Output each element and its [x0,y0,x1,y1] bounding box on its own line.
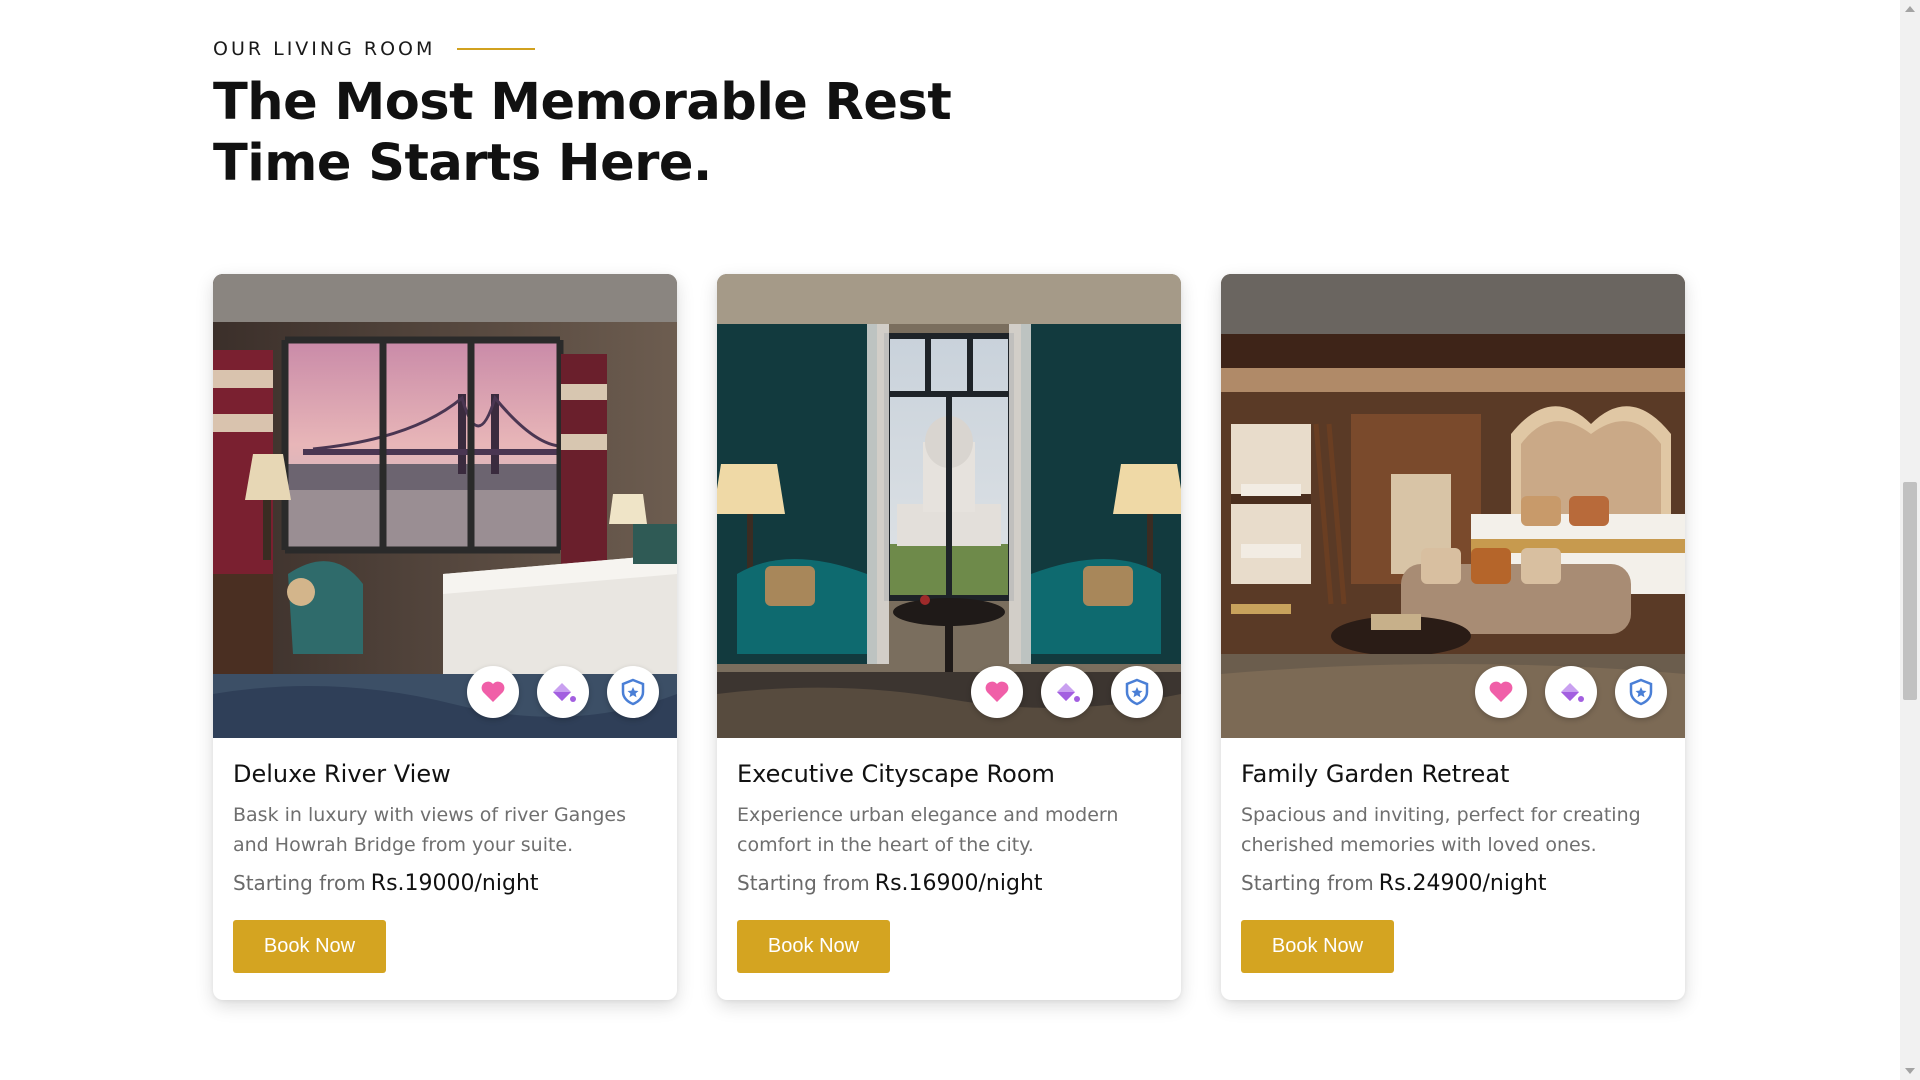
room-features [971,666,1163,718]
room-image [1221,274,1685,738]
favorite-button[interactable] [1475,666,1527,718]
card-body: Executive Cityscape Room Experience urba… [717,738,1181,973]
safety-button[interactable] [1615,666,1667,718]
shield-star-icon [1629,678,1653,706]
headline-line-1: The Most Memorable Rest [213,73,952,132]
room-title: Executive Cityscape Room [737,760,1055,788]
paint-bucket-icon [553,683,576,702]
book-now-button[interactable]: Book Now [737,920,890,973]
room-price: Starting from Rs.24900/night [1241,871,1665,896]
page-scrollbar[interactable] [1900,0,1920,1080]
room-image [213,274,677,738]
eyebrow-text: OUR LIVING ROOM [213,38,436,60]
favorite-button[interactable] [467,666,519,718]
book-now-button[interactable]: Book Now [1241,920,1394,973]
safety-button[interactable] [607,666,659,718]
section-headline: The Most Memorable Rest Time Starts Here… [213,72,973,194]
eyebrow-divider [457,48,536,50]
room-description: Spacious and inviting, perfect for creat… [1241,804,1641,856]
amenities-button[interactable] [537,666,589,718]
amenities-button[interactable] [1041,666,1093,718]
room-image [717,274,1181,738]
room-cards: Deluxe River View Bask in luxury with vi… [213,274,1685,1000]
heart-icon [1489,681,1513,702]
room-price: Starting from Rs.16900/night [737,871,1161,896]
scroll-up-arrow-icon[interactable] [1905,6,1915,12]
room-description: Bask in luxury with views of river Gange… [233,804,627,856]
shield-star-icon [621,678,645,706]
room-card: Deluxe River View Bask in luxury with vi… [213,274,677,1000]
paint-bucket-icon [1057,683,1080,702]
book-now-button[interactable]: Book Now [233,920,386,973]
price-value: Rs.16900/night [874,871,1043,896]
card-body: Deluxe River View Bask in luxury with vi… [213,738,677,973]
card-body: Family Garden Retreat Spacious and invit… [1221,738,1685,973]
amenities-button[interactable] [1545,666,1597,718]
room-features [1475,666,1667,718]
paint-bucket-icon [1561,683,1584,702]
price-label: Starting from [233,871,366,895]
heart-icon [481,681,505,702]
room-description: Experience urban elegance and modern com… [737,804,1119,856]
favorite-button[interactable] [971,666,1023,718]
room-card: Executive Cityscape Room Experience urba… [717,274,1181,1000]
room-features [467,666,659,718]
price-label: Starting from [737,871,870,895]
scroll-down-arrow-icon[interactable] [1905,1068,1915,1074]
heart-icon [985,681,1009,702]
price-value: Rs.24900/night [1378,871,1547,896]
safety-button[interactable] [1111,666,1163,718]
room-card: Family Garden Retreat Spacious and invit… [1221,274,1685,1000]
room-title: Family Garden Retreat [1241,760,1510,788]
headline-line-2: Time Starts Here. [213,134,712,193]
shield-star-icon [1125,678,1149,706]
section-eyebrow: OUR LIVING ROOM [213,38,536,60]
room-title: Deluxe River View [233,760,451,788]
price-label: Starting from [1241,871,1374,895]
scroll-thumb[interactable] [1903,482,1917,700]
price-value: Rs.19000/night [370,871,539,896]
room-price: Starting from Rs.19000/night [233,871,657,896]
